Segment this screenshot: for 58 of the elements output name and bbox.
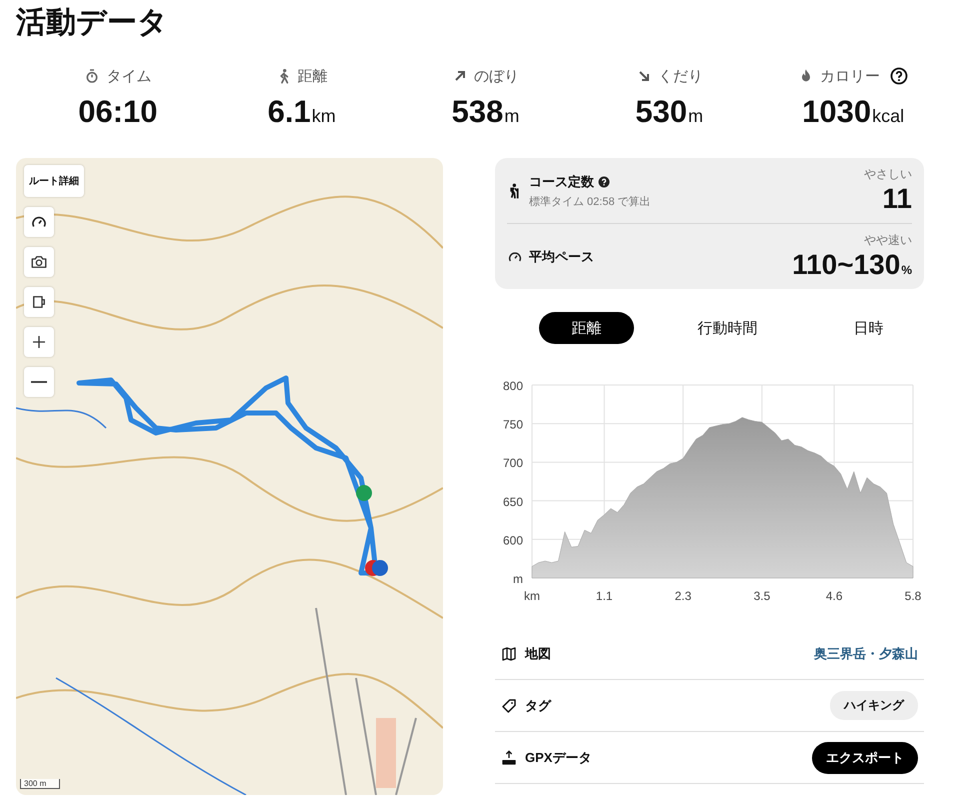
stat-label: 距離	[298, 66, 328, 86]
rating-label: やさしい	[864, 166, 912, 183]
stat-label: くだり	[658, 66, 703, 86]
upload-icon	[501, 750, 517, 766]
stat-label: タイム	[106, 66, 152, 86]
axis-label: 600	[502, 533, 523, 548]
card-note: 標準タイム 02:58 で算出	[529, 194, 651, 208]
card-label: 平均ペース	[529, 248, 594, 266]
camera-icon	[30, 253, 48, 271]
axis-label: 3.5	[754, 589, 770, 603]
stat-label: カロリー	[820, 66, 880, 86]
tag-chip[interactable]: ハイキング	[830, 691, 918, 720]
page-title: 活動データ	[16, 5, 169, 41]
stat-unit: m	[504, 106, 520, 127]
map-scale: 300 m	[20, 779, 60, 789]
view-tab[interactable]: 日時	[821, 312, 916, 344]
route-details-button[interactable]: ルート詳細	[24, 165, 84, 197]
axis-label: 800	[502, 379, 523, 393]
axis-label: m	[513, 572, 523, 586]
export-button[interactable]: エクスポート	[812, 742, 918, 774]
cup-button[interactable]	[24, 287, 54, 317]
map-link[interactable]: 奥三界岳・夕森山	[814, 644, 918, 662]
stat-value: 530	[635, 94, 688, 130]
stat-label: のぼり	[474, 66, 519, 86]
stopwatch-icon	[84, 68, 100, 84]
camera-button[interactable]	[24, 247, 54, 277]
stat-unit: kcal	[872, 106, 904, 127]
stat-unit: km	[312, 106, 336, 127]
gauge-button[interactable]	[24, 207, 54, 237]
tag-icon	[501, 698, 517, 714]
axis-label: 1.1	[596, 589, 613, 603]
row-label: 地図	[525, 644, 551, 662]
row-label: タグ	[525, 696, 551, 714]
zoom-out-button[interactable]	[24, 367, 54, 397]
zoom-in-icon	[30, 333, 48, 351]
card-value: 11	[882, 183, 912, 214]
map-icon	[501, 646, 517, 662]
card-value: 110~130	[792, 249, 900, 280]
stat-value: 6.1	[268, 94, 311, 130]
card-unit: %	[901, 263, 912, 277]
card-label: コース定数	[529, 172, 594, 190]
view-tab[interactable]: 距離	[539, 312, 634, 344]
axis-label: 700	[502, 456, 523, 470]
rating-label: やや速い	[864, 232, 912, 249]
stat-value: 06:10	[78, 94, 158, 130]
axis-label: km	[524, 589, 540, 603]
axis-label: 5.8	[904, 589, 922, 603]
axis-label: 650	[502, 494, 523, 509]
stat-unit: m	[688, 106, 704, 127]
axis-label: 2.3	[674, 589, 692, 603]
axis-label: 750	[502, 418, 523, 432]
view-tab[interactable]: 行動時間	[680, 312, 775, 344]
axis-label: 4.6	[826, 589, 843, 603]
row-label: GPXデータ	[525, 748, 592, 766]
stat-value: 1030	[802, 94, 872, 130]
stat-value: 538	[452, 94, 504, 130]
cup-icon	[30, 293, 48, 311]
zoom-in-button[interactable]	[24, 327, 54, 357]
